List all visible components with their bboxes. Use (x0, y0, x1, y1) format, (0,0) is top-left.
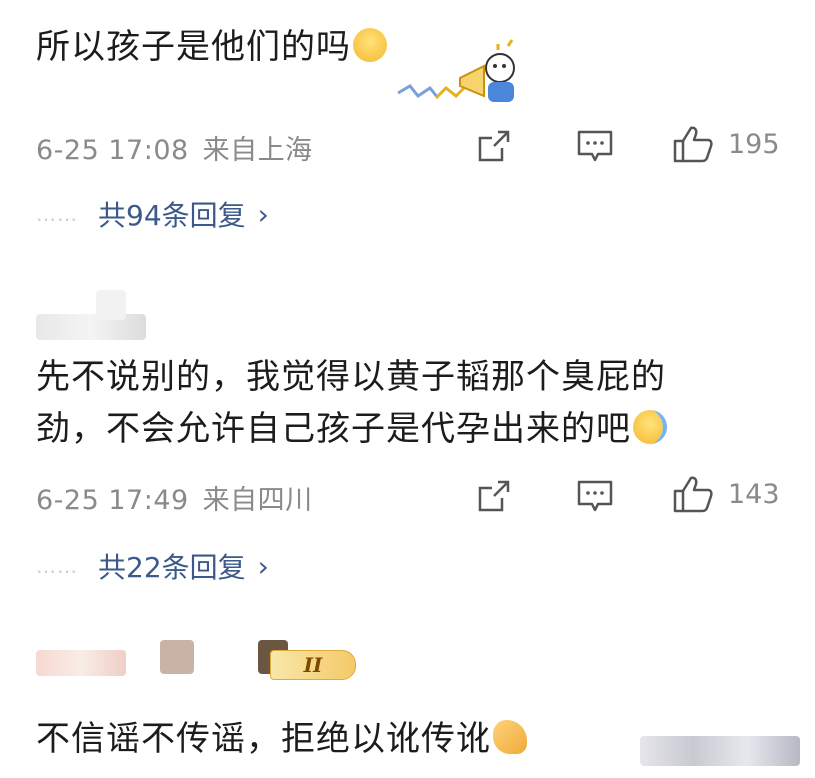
share-icon[interactable] (476, 128, 512, 164)
comment-text-line-2: 劲，不会允许自己孩子是代孕出来的吧 (36, 400, 667, 458)
reply-count-label: 共22条回复 (98, 551, 246, 584)
comment-icon[interactable] (576, 128, 614, 164)
like-button[interactable]: 143 (672, 474, 780, 514)
view-replies-link[interactable]: …… 共22条回复 › (36, 546, 269, 586)
username-blurred (36, 314, 146, 340)
like-button[interactable]: 195 (672, 124, 780, 164)
avatar-blurred (96, 290, 126, 320)
comment-time: 6-25 17:08 (36, 135, 189, 166)
like-count: 195 (728, 128, 780, 160)
comment-text-content: 劲，不会允许自己孩子是代孕出来的吧 (36, 409, 631, 449)
comment-location: 来自上海 (202, 135, 313, 166)
blurred-area (640, 736, 800, 766)
like-icon (672, 124, 714, 164)
comment-location: 来自四川 (202, 485, 313, 516)
comment-icon[interactable] (576, 478, 614, 514)
chevron-right-icon: › (257, 549, 269, 583)
laughing-crying-emoji (633, 410, 667, 444)
comment-text-content: 不信谣不传谣，拒绝以讹传讹 (36, 719, 491, 759)
reply-count-label: 共94条回复 (98, 199, 246, 232)
reply-dots: …… (36, 554, 78, 578)
comment-meta: 6-25 17:49 来自四川 (36, 478, 313, 517)
comment-1: 所以孩子是他们的吗 6-25 17:08 来自上海 195 …… 共94条回复 › (0, 0, 815, 250)
comment-text-line-1: 先不说别的，我觉得以黄子韬那个臭屁的 (36, 357, 666, 397)
comment-meta: 6-25 17:08 来自上海 (36, 128, 313, 167)
comment-text: 所以孩子是他们的吗 (36, 18, 387, 76)
comment-time: 6-25 17:49 (36, 485, 189, 516)
flexed-biceps-emoji (493, 720, 527, 754)
like-icon (672, 474, 714, 514)
pleading-face-emoji (353, 28, 387, 62)
level-badge: II (270, 650, 356, 680)
chevron-right-icon: › (257, 197, 269, 231)
share-icon[interactable] (476, 478, 512, 514)
avatar-blurred (160, 640, 194, 674)
comment-text-content: 所以孩子是他们的吗 (36, 27, 351, 67)
comment-text: 不信谣不传谣，拒绝以讹传讹 (36, 710, 527, 768)
reply-dots: …… (36, 202, 78, 226)
view-replies-link[interactable]: …… 共94条回复 › (36, 194, 269, 234)
megaphone-sticker (397, 39, 515, 102)
username-blurred (36, 650, 126, 676)
like-count: 143 (728, 478, 780, 510)
